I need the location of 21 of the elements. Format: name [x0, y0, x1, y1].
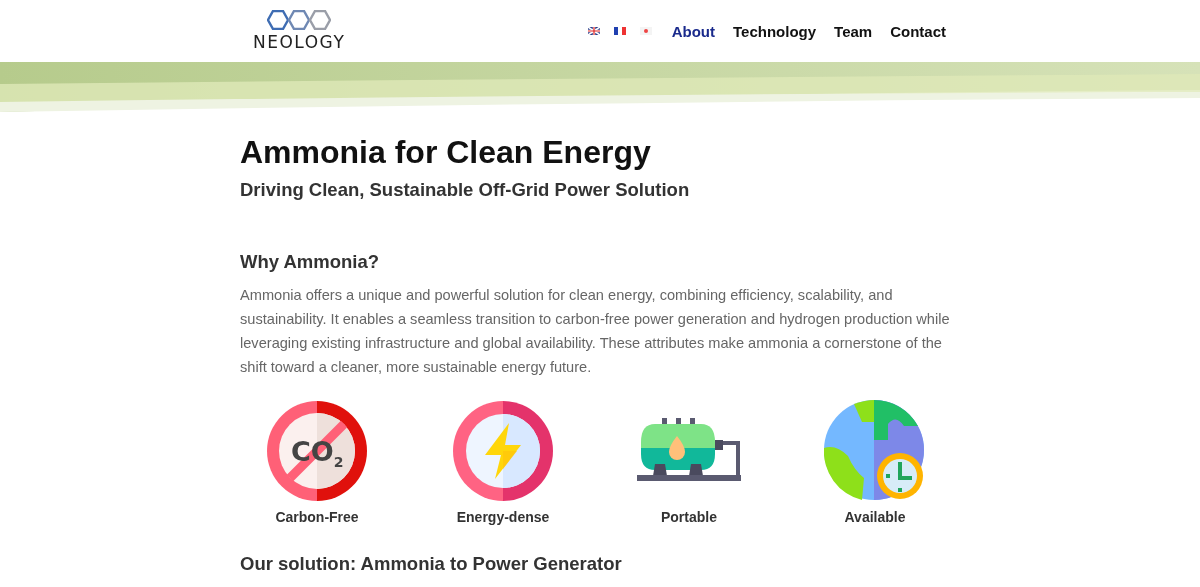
nav-link[interactable]: Contact: [890, 22, 946, 40]
nav-link[interactable]: Technology: [733, 22, 817, 40]
fuel-tank-icon: [637, 418, 741, 484]
page-subtitle: Driving Clean, Sustainable Off-Grid Power Solution: [240, 179, 691, 201]
feature-label: Energy-dense: [456, 509, 550, 525]
france-flag-icon[interactable]: [613, 27, 626, 35]
feature-label: Carbon-Free: [275, 509, 359, 525]
hexagon-logo-icon[interactable]: [267, 10, 332, 30]
logo-text: NEOLOGY: [253, 32, 346, 52]
feature-label: Portable: [661, 509, 717, 525]
globe-clock-icon: [824, 400, 926, 502]
lightning-icon: [453, 401, 553, 501]
japan-flag-icon[interactable]: [639, 27, 652, 35]
page-title: Ammonia for Clean Energy: [240, 134, 652, 171]
nav-link[interactable]: Team: [834, 22, 873, 40]
section-heading: Why Ammonia?: [240, 251, 381, 273]
section-heading: Our solution: Ammonia to Power Generator: [240, 553, 623, 575]
uk-flag-icon[interactable]: [587, 27, 600, 35]
nav-link[interactable]: About: [671, 22, 715, 40]
section-paragraph: Ammonia offers a unique and powerful solution for clean energy, combining efficiency, scalability, and sustainability. It enables a seamless transition to carbon-free power generation and hydrogen production while leveraging existing infrastructure and global availability. These attributes make ammonia a cornerstone of the shift toward a cleaner, more sustainable energy future.: [240, 286, 951, 377]
feature-label: Available: [844, 509, 906, 525]
